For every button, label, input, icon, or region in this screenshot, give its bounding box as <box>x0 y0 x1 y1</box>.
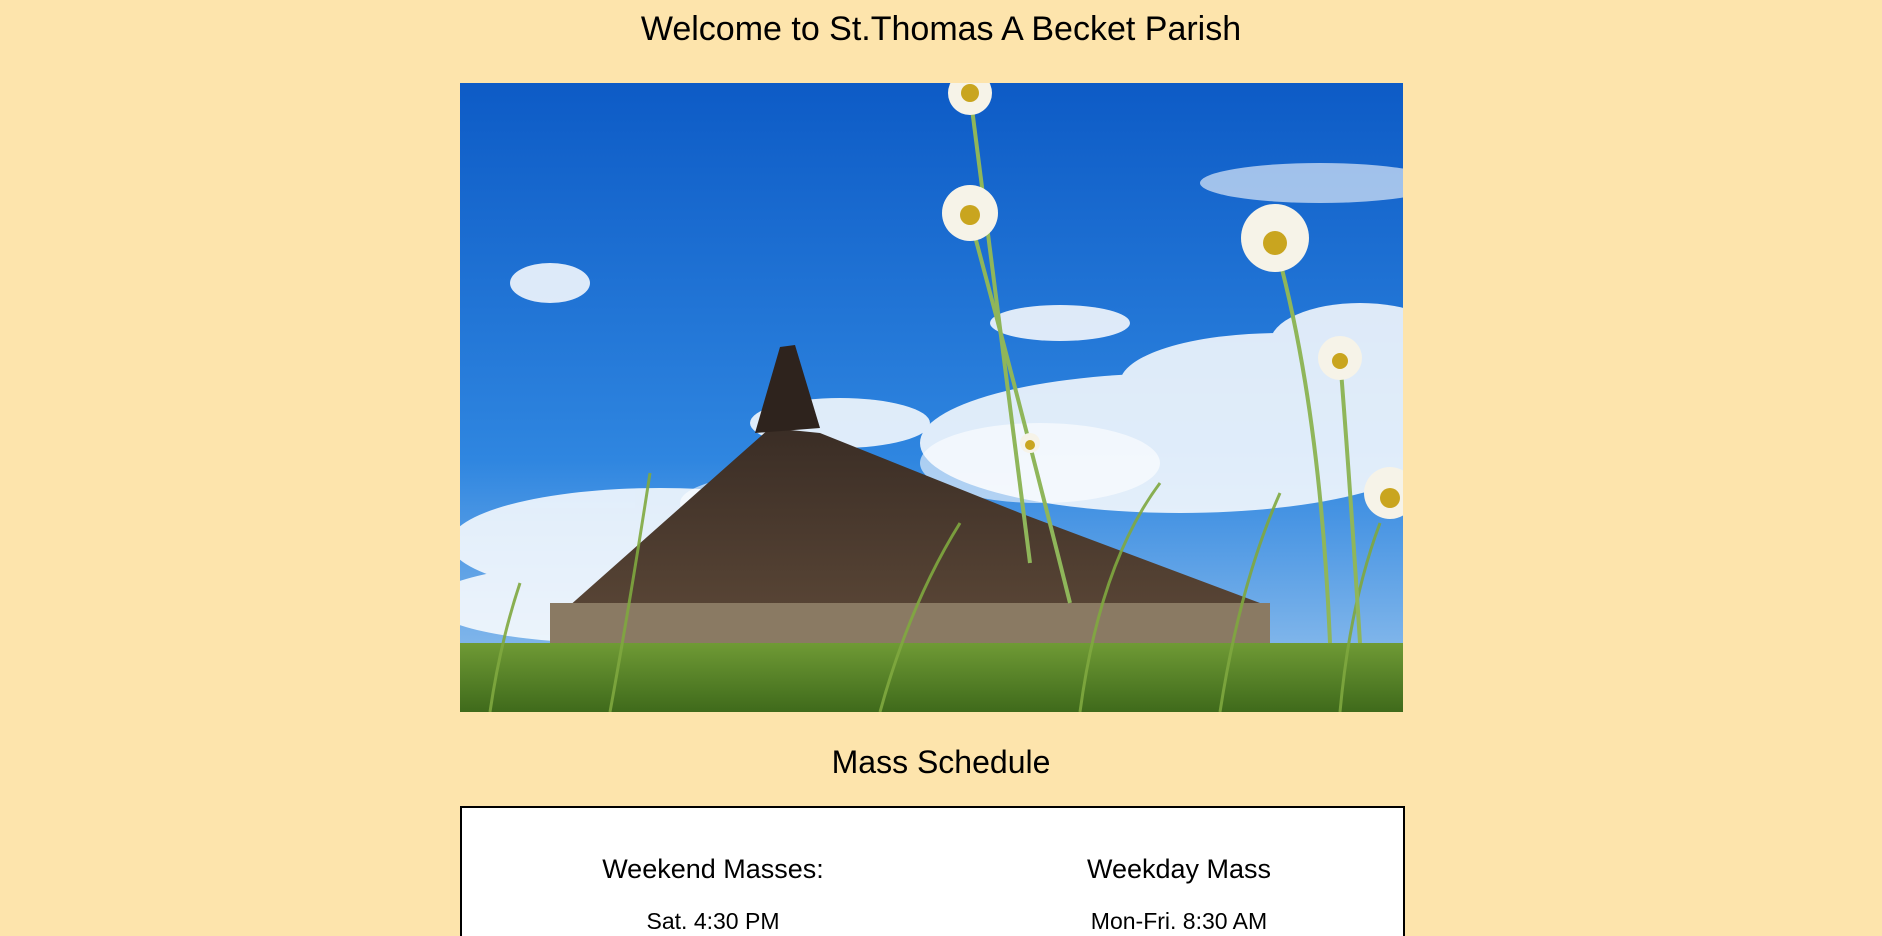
weekday-mass-time: Mon-Fri. 8:30 AM <box>1090 908 1268 934</box>
church-photo <box>460 83 1403 712</box>
church-photo-graphic <box>460 83 1403 712</box>
weekday-mass-column: Weekday Mass Mon-Fri. 8:30 AM <box>1029 852 1329 936</box>
page: Welcome to St.Thomas A Becket Parish Mas… <box>0 0 1882 936</box>
mass-schedule-title: Mass Schedule <box>831 744 1051 780</box>
weekend-mass-time: Sat. 4:30 PM <box>646 908 780 934</box>
weekend-masses-heading: Weekend Masses: <box>602 854 824 884</box>
page-title: Welcome to St.Thomas A Becket Parish <box>640 10 1242 48</box>
weekday-mass-heading: Weekday Mass <box>1086 854 1272 884</box>
weekend-masses-column: Weekend Masses: Sat. 4:30 PM <box>563 852 863 936</box>
mass-schedule-box: Weekend Masses: Sat. 4:30 PM Weekday Mas… <box>460 806 1405 936</box>
